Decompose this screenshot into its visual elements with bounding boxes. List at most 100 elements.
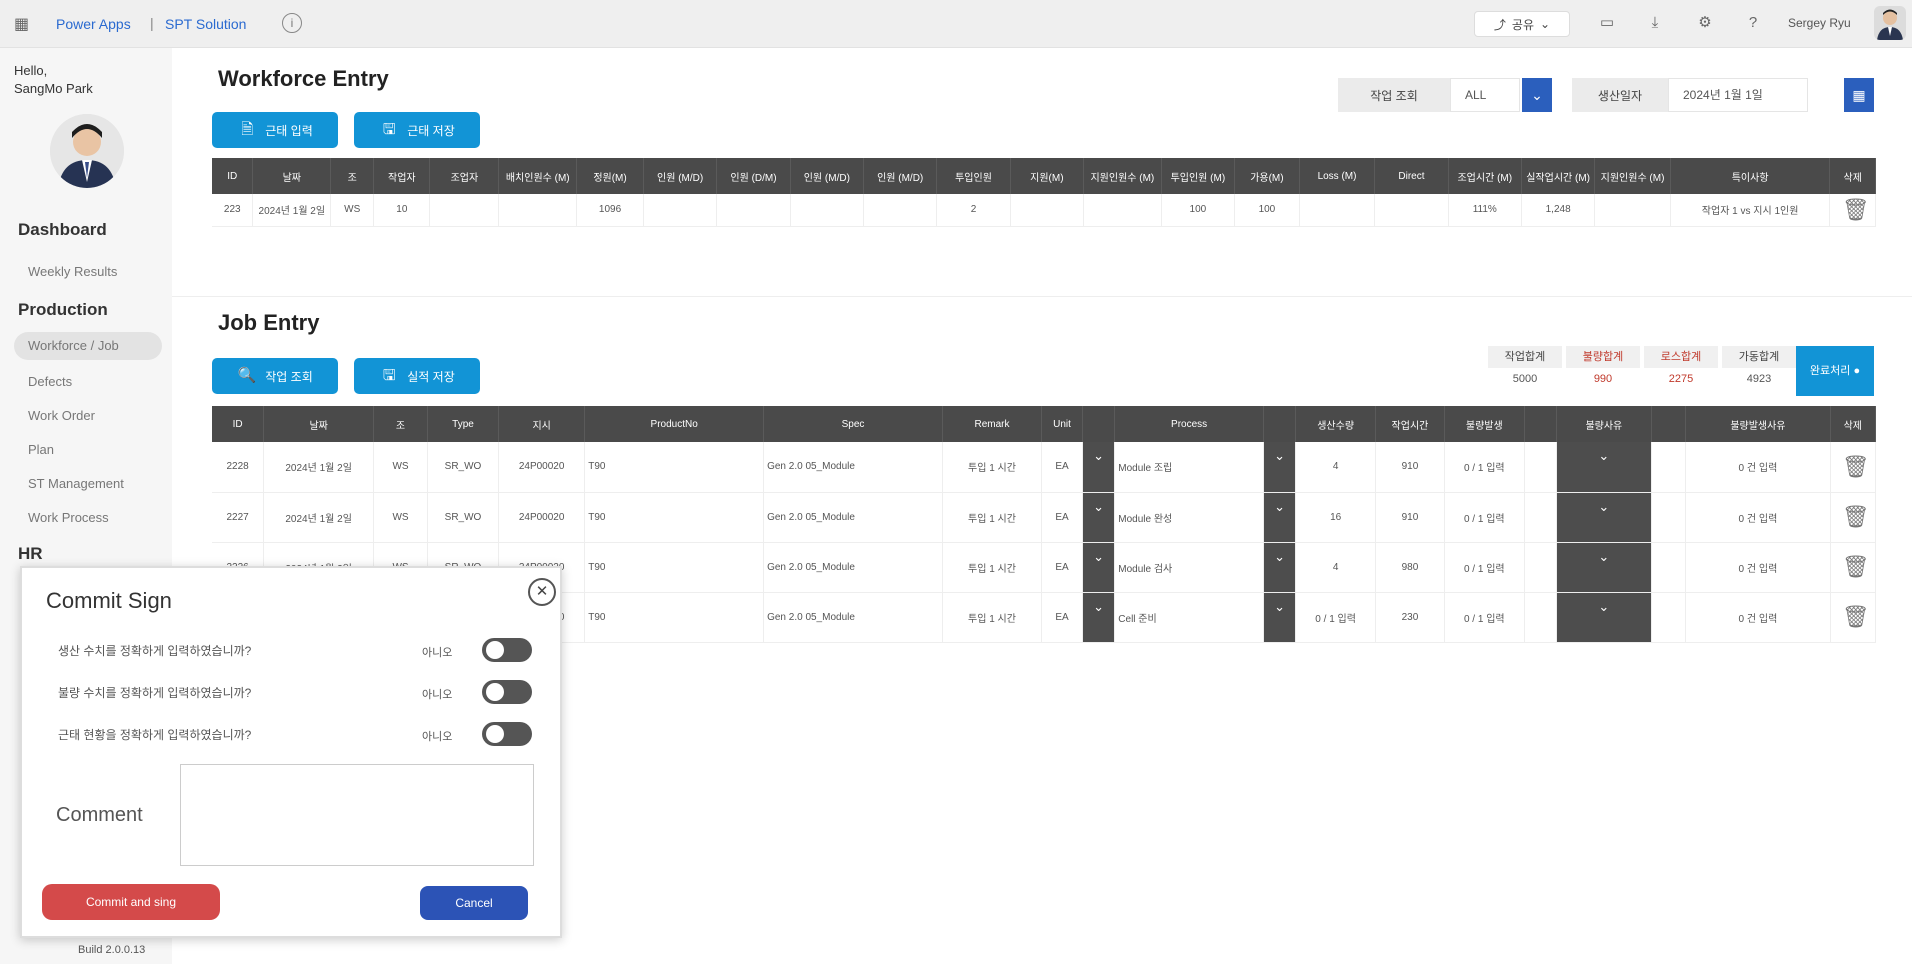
chevron-down-icon[interactable]: ⌄ xyxy=(1082,542,1114,591)
reason-dropdown: ⌄ xyxy=(1556,542,1652,593)
sidebar-item-work-process[interactable]: Work Process xyxy=(28,510,109,525)
screen-icon[interactable]: ▭ xyxy=(1596,12,1618,34)
workforce-add-label: 근태 입력 xyxy=(265,123,313,138)
commit-sign-button[interactable]: Commit and sing xyxy=(42,884,220,920)
calendar-button[interactable]: ▦ xyxy=(1844,78,1874,112)
top-bar: ▦ Power Apps | SPT Solution i ⤴ 공유 ⌄ ▭ ⤓… xyxy=(0,0,1912,48)
column-header: 불량발생사유 xyxy=(1685,406,1831,442)
trash-icon[interactable]: 🗑 xyxy=(1842,502,1870,532)
solution-name-link[interactable]: SPT Solution xyxy=(165,16,246,32)
download-icon[interactable]: ⤓ xyxy=(1644,12,1666,34)
chevron-down-icon[interactable]: ⌄ xyxy=(1263,442,1295,491)
cancel-button[interactable]: Cancel xyxy=(420,886,528,920)
info-icon[interactable]: i xyxy=(282,13,302,33)
toggle-production[interactable] xyxy=(482,638,532,662)
toggle-attendance[interactable] xyxy=(482,722,532,746)
workforce-save-button[interactable]: 🖫 근태 저장 xyxy=(354,112,480,148)
table-cell: 1096 xyxy=(576,194,644,227)
trash-icon[interactable]: 🗑 xyxy=(1842,552,1870,582)
delete-cell: 🗑 xyxy=(1830,492,1877,543)
complete-button[interactable]: 완료처리 ● xyxy=(1796,346,1874,396)
commit-sign-dialog: Commit Sign ✕ 생산 수치를 정확하게 입력하였습니까? 아니오 불… xyxy=(20,566,562,938)
column-header xyxy=(1524,406,1557,442)
sidebar-item-work-order[interactable]: Work Order xyxy=(28,408,95,423)
column-header: 가용(M) xyxy=(1234,158,1300,194)
column-header: 날짜 xyxy=(252,158,332,194)
sidebar-item-st-management[interactable]: ST Management xyxy=(28,476,124,491)
table-cell: 111% xyxy=(1448,194,1522,227)
job-search-button[interactable]: 🔍 작업 조회 xyxy=(212,358,338,394)
sidebar-item-workforce-job[interactable]: Workforce / Job xyxy=(14,332,162,360)
close-icon[interactable]: ✕ xyxy=(528,578,556,606)
cell-note: 0 건 입력 xyxy=(1685,492,1831,543)
stat-value: 2275 xyxy=(1644,368,1718,390)
comment-textarea[interactable] xyxy=(180,764,534,866)
chevron-down-icon[interactable]: ⌄ xyxy=(1263,542,1295,591)
toggle-defect[interactable] xyxy=(482,680,532,704)
delete-cell: 🗑 xyxy=(1830,542,1877,593)
job-save-button[interactable]: 🖫 실적 저장 xyxy=(354,358,480,394)
cell-date: 2024년 1월 2일 xyxy=(263,492,375,543)
column-header xyxy=(1082,406,1116,442)
filter-dropdown-button[interactable]: ⌄ xyxy=(1522,78,1552,112)
table-row[interactable]: 2227 2024년 1월 2일 WS SR_WO 24P00020 T90 Gen 2.0… xyxy=(212,492,1877,543)
workforce-save-label: 근태 저장 xyxy=(407,123,455,138)
process-dropdown: ⌄ xyxy=(1263,592,1297,643)
app-name-link[interactable]: Power Apps xyxy=(56,16,131,32)
chevron-down-icon[interactable]: ⌄ xyxy=(1556,592,1651,641)
comment-label: Comment xyxy=(56,804,143,826)
stat-label: 가동합계 xyxy=(1738,351,1780,363)
cell-process: Module 조립 xyxy=(1114,442,1264,493)
chevron-down-icon[interactable]: ⌄ xyxy=(1556,542,1651,591)
filter-select-team[interactable]: ALL xyxy=(1450,78,1520,112)
column-header: 작업자 xyxy=(373,158,431,194)
cell-blank xyxy=(1651,442,1687,493)
save-icon: 🖫 xyxy=(382,121,396,138)
table-cell xyxy=(716,194,791,227)
trash-icon[interactable]: 🗑 xyxy=(1842,195,1870,225)
chevron-down-icon[interactable]: ⌄ xyxy=(1082,442,1114,491)
question-attendance-state: 아니오 xyxy=(422,731,453,743)
column-header: Spec xyxy=(763,406,943,442)
chevron-down-icon: ⌄ xyxy=(1531,87,1543,103)
app-launcher-icon[interactable]: ▦ xyxy=(14,14,32,33)
build-version: Build 2.0.0.13 xyxy=(78,944,146,956)
stat-value: 5000 xyxy=(1488,368,1562,390)
user-avatar[interactable] xyxy=(1874,6,1906,40)
sidebar-item-defects[interactable]: Defects xyxy=(28,374,72,389)
trash-icon[interactable]: 🗑 xyxy=(1842,602,1870,632)
cell-process: Module 완성 xyxy=(1114,492,1264,543)
cell-time: 230 xyxy=(1375,592,1445,643)
chevron-down-icon[interactable]: ⌄ xyxy=(1556,492,1651,541)
process-dropdown: ⌄ xyxy=(1263,492,1297,543)
help-icon[interactable]: ? xyxy=(1742,12,1764,34)
column-header: Process xyxy=(1114,406,1264,442)
column-header: 실작업시간 (M) xyxy=(1521,158,1596,194)
chevron-down-icon[interactable]: ⌄ xyxy=(1263,592,1295,641)
chevron-down-icon[interactable]: ⌄ xyxy=(1263,492,1295,541)
dialog-title: Commit Sign xyxy=(46,588,172,613)
stat-label: 작업합계 xyxy=(1504,351,1546,363)
filter-date-input[interactable]: 2024년 1월 1일 xyxy=(1668,78,1808,112)
chevron-down-icon[interactable]: ⌄ xyxy=(1082,492,1114,541)
sidebar-item-plan[interactable]: Plan xyxy=(28,442,54,457)
chevron-down-icon[interactable]: ⌄ xyxy=(1082,592,1114,641)
column-header: 인원 (D/M) xyxy=(716,158,791,194)
cell-defect: 0 / 1 입력 xyxy=(1444,592,1525,643)
workforce-table-header: ID 날짜 조 작업자 조업자 배치인원수 (M) 정원(M) 인원 (M/D) 인원 (D/M… xyxy=(212,158,1876,194)
workforce-add-button[interactable]: 🗎 근태 입력 xyxy=(212,112,338,148)
cell-order: 24P00020 xyxy=(498,442,586,493)
table-row[interactable]: 2228 2024년 1월 2일 WS SR_WO 24P00020 T90 Gen 2.0… xyxy=(212,442,1877,493)
trash-icon[interactable]: 🗑 xyxy=(1842,452,1870,482)
gear-icon[interactable]: ⚙ xyxy=(1694,12,1716,34)
sidebar-item-weekly-results[interactable]: Weekly Results xyxy=(28,264,117,279)
chevron-down-icon[interactable]: ⌄ xyxy=(1556,442,1651,491)
sidebar-section-production: Production xyxy=(18,300,108,319)
job-search-label: 작업 조회 xyxy=(265,369,313,384)
share-button[interactable]: ⤴ 공유 ⌄ xyxy=(1474,11,1570,37)
table-cell: 1,248 xyxy=(1521,194,1596,227)
unit-dropdown: ⌄ xyxy=(1082,592,1116,643)
filter-label-search: 작업 조회 xyxy=(1338,78,1450,112)
question-attendance: 근태 현황을 정확하게 입력하였습니까? xyxy=(58,728,252,742)
table-row[interactable]: 223 2024년 1월 2일 WS 10 1096 2 100 100 111% 1,248 작업… xyxy=(212,194,1876,227)
